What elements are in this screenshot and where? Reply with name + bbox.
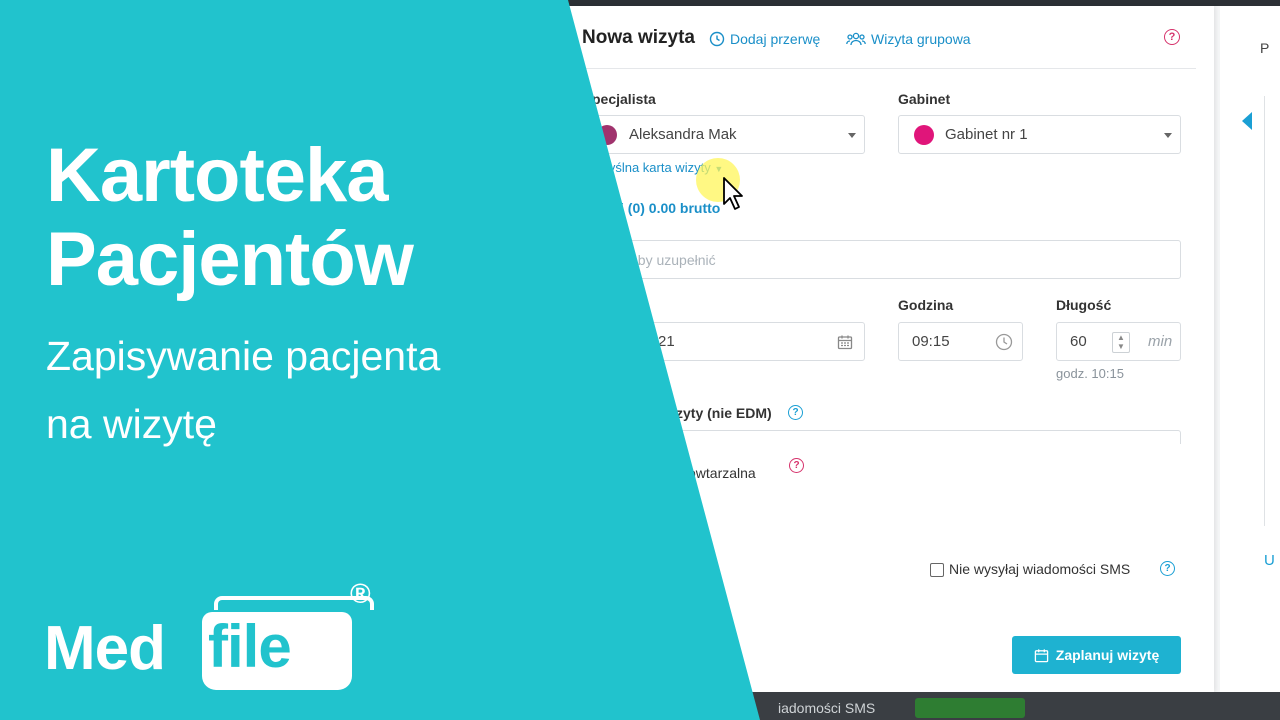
duration-label: Długość — [1056, 297, 1112, 313]
visit-type-label: zyty (nie EDM) — [676, 405, 772, 421]
logo-med-text: Med — [44, 614, 166, 683]
cabinet-select[interactable]: Gabinet nr 1 — [898, 115, 1181, 154]
no-sms-checkbox[interactable] — [930, 563, 944, 577]
add-break-label: Dodaj przerwę — [730, 31, 821, 47]
group-visit-link[interactable]: Wizyta grupowa — [846, 31, 971, 47]
duration-stepper-icon[interactable]: ▲ ▼ — [1112, 332, 1130, 353]
services-input[interactable]: j aby uzupełnić — [580, 240, 1181, 279]
registered-mark: ® — [350, 578, 371, 609]
users-icon — [846, 32, 866, 46]
banner-subtitle: Zapisywanie pacjenta na wizytę — [46, 322, 440, 458]
cabinet-value: Gabinet nr 1 — [945, 126, 1028, 143]
bottom-strip-badge — [915, 698, 1025, 718]
calendar-icon[interactable] — [837, 334, 853, 350]
side-panel-divider — [1264, 96, 1265, 526]
help-icon[interactable]: ? — [1164, 29, 1180, 45]
group-visit-label: Wizyta grupowa — [871, 31, 971, 47]
add-break-link[interactable]: Dodaj przerwę — [709, 31, 820, 47]
banner-title-line1: Kartoteka — [46, 133, 389, 218]
mouse-cursor-icon — [723, 177, 743, 210]
end-time: godz. 10:15 — [1056, 366, 1124, 381]
hour-input[interactable]: 09:15 — [898, 322, 1023, 361]
banner-title-line2: Pacjentów — [46, 217, 414, 302]
side-panel-letter: P — [1260, 40, 1270, 56]
no-sms-help-icon[interactable]: ? — [1160, 561, 1175, 576]
calendar-icon — [1034, 648, 1049, 662]
chevron-down-icon — [1164, 133, 1172, 138]
duration-input[interactable]: 60 ▲ ▼ min — [1056, 322, 1181, 361]
duration-unit: min — [1148, 333, 1173, 350]
clock-icon[interactable] — [995, 333, 1013, 351]
specialist-label: pecjalista — [592, 91, 656, 107]
schedule-visit-label: Zaplanuj wizytę — [1055, 647, 1160, 663]
specialist-value: Aleksandra Mak — [629, 126, 737, 143]
banner-subtitle-line2: na wizytę — [46, 401, 217, 447]
medfile-logo: Med file ® — [44, 578, 384, 694]
clock-icon — [709, 31, 725, 47]
banner-subtitle-line1: Zapisywanie pacjenta — [46, 333, 441, 379]
hour-label: Godzina — [898, 297, 954, 313]
side-panel: P U — [1220, 6, 1280, 692]
specialist-select[interactable]: Aleksandra Mak — [580, 115, 865, 154]
side-panel-link[interactable]: U — [1264, 552, 1275, 569]
cabinet-label: Gabinet — [898, 91, 951, 107]
banner-title: Kartoteka Pacjentów — [46, 133, 414, 302]
bottom-strip-text: iadomości SMS — [778, 700, 876, 716]
modal-header-divider — [582, 68, 1196, 69]
services-summary-link[interactable]: i (0) 0.00 brutto — [620, 200, 720, 216]
default-card-label: myślna karta wizyty — [598, 160, 711, 175]
modal-title: Nowa wizyta — [582, 27, 695, 48]
no-sms-label: Nie wysyłaj wiadomości SMS — [949, 561, 1131, 577]
repeat-help-icon[interactable]: ? — [789, 458, 804, 473]
chevron-down-icon — [848, 133, 856, 138]
cabinet-color-dot — [914, 125, 934, 145]
repeat-label: owtarzalna — [688, 465, 756, 481]
duration-value: 60 — [1070, 333, 1087, 350]
logo-file-text: file — [208, 613, 292, 680]
visit-type-help-icon[interactable]: ? — [788, 405, 803, 420]
hour-value: 09:15 — [912, 333, 950, 350]
schedule-visit-button[interactable]: Zaplanuj wizytę — [1012, 636, 1181, 674]
collapse-arrow-icon[interactable] — [1242, 112, 1252, 130]
